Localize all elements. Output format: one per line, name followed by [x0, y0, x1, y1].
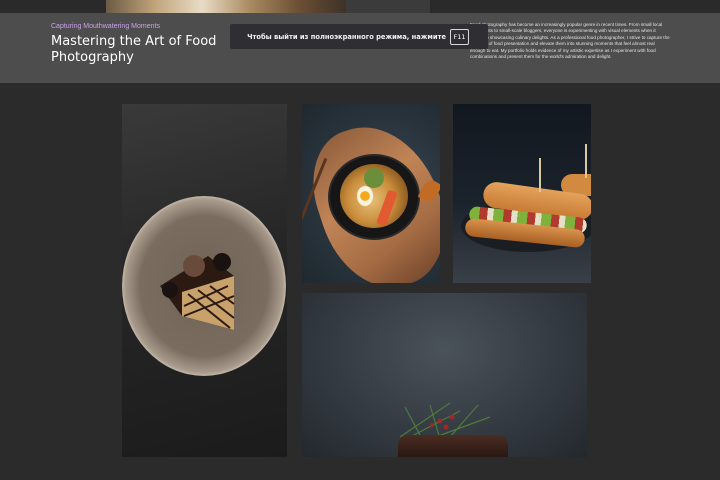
toothpick-shape: [539, 158, 541, 192]
gallery-image-steak[interactable]: [302, 293, 587, 457]
gallery-image-cake[interactable]: [122, 104, 287, 457]
greens-shape: [364, 168, 384, 188]
top-image-peek: [106, 0, 346, 13]
page: Capturing Mouthwatering Moments Masterin…: [0, 0, 720, 480]
page-title: Mastering the Art of Food Photography: [51, 34, 217, 65]
gallery-image-sandwich[interactable]: [453, 104, 591, 283]
eyebrow-text: Capturing Mouthwatering Moments: [51, 23, 160, 30]
fullscreen-toast-message: Чтобы выйти из полноэкранного режима, на…: [247, 32, 446, 41]
steak-shape: [398, 435, 508, 457]
gallery-image-noodles[interactable]: [302, 104, 440, 283]
fullscreen-exit-toast: Чтобы выйти из полноэкранного режима, на…: [230, 24, 488, 49]
top-image-peek-secondary: [346, 0, 430, 13]
photo-gallery: [0, 83, 720, 480]
intro-paragraph: Food photography has become an increasin…: [470, 22, 670, 60]
top-image-strip: [0, 0, 720, 13]
cake-slice-illustration: [160, 253, 235, 330]
egg-shape: [357, 186, 373, 206]
f11-keycap: F11: [450, 28, 469, 45]
toothpick-shape: [585, 144, 587, 178]
